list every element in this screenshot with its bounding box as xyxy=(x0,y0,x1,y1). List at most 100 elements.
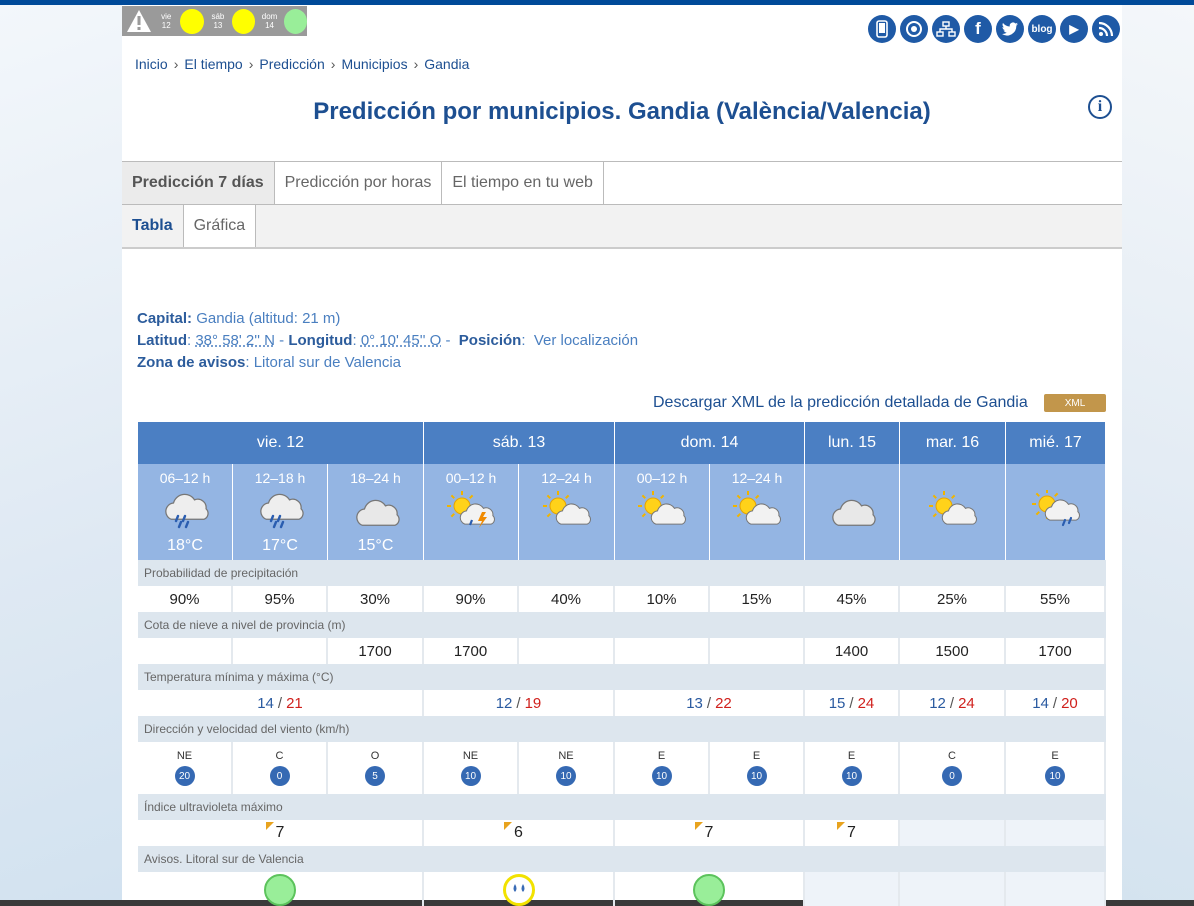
temp-value: 14/21 xyxy=(138,690,424,716)
capital-value: Gandia (altitud: 21 m) xyxy=(196,310,341,327)
warning-yellow-rain-icon[interactable] xyxy=(502,874,535,906)
warn-day-2: sáb 13 xyxy=(211,12,225,30)
period-cell xyxy=(805,464,900,560)
tab-prediccion-7-dias[interactable]: Predicción 7 días xyxy=(122,162,275,204)
page-title: Predicción por municipios. Gandia (Valèn… xyxy=(313,98,931,125)
snow-value: 1700 xyxy=(328,638,424,664)
warnings-summary[interactable]: vie 12 sáb 13 dom 14 xyxy=(122,6,308,36)
coords-line: Latitud: 38° 58' 2'' N - Longitud: 0° 10… xyxy=(137,332,639,349)
period-cell: 12–24 h xyxy=(710,464,805,560)
temp-max: 19 xyxy=(524,694,542,712)
precip-value: 40% xyxy=(519,586,615,612)
temp-value: 12/19 xyxy=(424,690,615,716)
warn-dot-2 xyxy=(232,8,256,34)
info-icon[interactable]: i xyxy=(1088,95,1112,119)
temp-value: 12/24 xyxy=(900,690,1006,716)
period-temp: 15°C xyxy=(357,537,394,554)
breadcrumb-municipios[interactable]: Municipios xyxy=(341,56,407,72)
rss-icon[interactable] xyxy=(1092,15,1120,43)
youtube-icon[interactable]: ▶ xyxy=(1060,15,1088,43)
temp-min: 15 xyxy=(828,694,846,712)
temp-separator: / xyxy=(849,694,854,712)
tab-tiempo-en-tu-web[interactable]: El tiempo en tu web xyxy=(442,162,604,204)
mobile-icon[interactable] xyxy=(868,15,896,43)
hub-icon[interactable] xyxy=(900,15,928,43)
lon-label: Longitud xyxy=(288,332,353,349)
wind-direction: C xyxy=(275,750,284,762)
temp-max: 24 xyxy=(958,694,975,712)
tab-grafica[interactable]: Gráfica xyxy=(183,205,257,247)
precip-value: 90% xyxy=(424,586,519,612)
temp-separator: / xyxy=(277,694,283,712)
wind-arrow-icon: 10 xyxy=(460,766,481,786)
zone-line: Zona de avisos: Litoral sur de Valencia xyxy=(137,354,402,371)
wind-label: Dirección y velocidad del viento (km/h) xyxy=(138,716,1106,742)
warning-cell xyxy=(138,872,424,906)
wind-direction: E xyxy=(752,750,761,762)
wind-direction: E xyxy=(657,750,666,762)
uv-flag-icon xyxy=(837,822,846,830)
breadcrumb-inicio[interactable]: Inicio xyxy=(135,56,168,72)
sitemap-icon[interactable] xyxy=(932,15,960,43)
snow-value xyxy=(233,638,328,664)
wind-value: NE 10 xyxy=(424,742,519,794)
warning-cell xyxy=(900,872,1006,906)
period-time: 00–12 h xyxy=(636,470,688,486)
warning-green-icon[interactable] xyxy=(693,874,725,906)
breadcrumb-el-tiempo[interactable]: El tiempo xyxy=(184,56,242,72)
day-header: lun. 15 xyxy=(805,422,900,464)
wind-row: NE 20 C 0 O 5 NE 10 NE 10 E 10 E 10 E 10 C 0 E 10 xyxy=(138,742,1106,794)
wind-value: E 10 xyxy=(1006,742,1106,794)
period-cell: 18–24 h 15°C xyxy=(328,464,424,560)
period-time: 12–24 h xyxy=(731,470,783,486)
wind-arrow-icon: 10 xyxy=(556,766,576,786)
tabs-filler xyxy=(604,162,1122,204)
temp-min: 12 xyxy=(495,694,513,712)
temp-separator: / xyxy=(949,694,955,712)
wind-direction: E xyxy=(847,750,856,762)
precip-value: 15% xyxy=(710,586,805,612)
wind-direction: E xyxy=(1051,750,1059,762)
precip-value: 95% xyxy=(233,586,328,612)
period-temp: 18°C xyxy=(167,537,203,554)
breadcrumb-gandia[interactable]: Gandia xyxy=(424,56,469,72)
sub-tabs: Tabla Gráfica xyxy=(122,205,1122,249)
period-cell: 00–12 h xyxy=(424,464,519,560)
period-time: 12–24 h xyxy=(541,470,592,486)
wind-value: C0 xyxy=(233,742,328,794)
snow-value: 1700 xyxy=(424,638,519,664)
blog-icon[interactable]: blog xyxy=(1028,15,1056,43)
temp-value: 13/22 xyxy=(615,690,805,716)
tab-tabla[interactable]: Tabla xyxy=(122,205,184,247)
background-left xyxy=(0,5,122,906)
uv-value: 7 xyxy=(138,820,424,846)
day-header: mié. 17 xyxy=(1006,422,1106,464)
period-time: 06–12 h xyxy=(159,470,211,486)
facebook-icon[interactable]: f xyxy=(964,15,992,43)
download-xml-link[interactable]: Descargar XML de la predicción detallada… xyxy=(653,394,1028,412)
wind-arrow-icon: 0 xyxy=(269,766,290,786)
uv-index: 7 xyxy=(837,822,856,842)
warning-green-icon[interactable] xyxy=(264,874,296,906)
wind-value: E 10 xyxy=(615,742,710,794)
wind-value: E 10 xyxy=(710,742,805,794)
warning-triangle-icon xyxy=(126,9,152,33)
warn-day-1: vie 12 xyxy=(161,12,172,30)
breadcrumb-separator: › xyxy=(413,56,419,72)
period-time: 18–24 h xyxy=(350,470,401,486)
uv-label: Índice ultravioleta máximo xyxy=(138,794,1106,820)
warn-day-3: dom 14 xyxy=(261,12,278,30)
breadcrumb-prediccion[interactable]: Predicción xyxy=(259,56,324,72)
temp-label: Temperatura mínima y máxima (°C) xyxy=(138,664,1106,690)
period-cell: 12–24 h xyxy=(519,464,615,560)
uv-value: 7 xyxy=(615,820,805,846)
twitter-icon[interactable] xyxy=(996,15,1024,43)
xml-badge[interactable]: XML xyxy=(1044,394,1106,412)
breadcrumb-separator: › xyxy=(248,56,254,72)
warning-cell xyxy=(424,872,615,906)
period-cell: 06–12 h 18°C xyxy=(138,464,233,560)
temp-separator: / xyxy=(1052,694,1058,712)
period-cell: 00–12 h xyxy=(615,464,710,560)
tab-prediccion-por-horas[interactable]: Predicción por horas xyxy=(275,162,443,204)
ver-localizacion-link[interactable]: Ver localización xyxy=(534,332,638,349)
